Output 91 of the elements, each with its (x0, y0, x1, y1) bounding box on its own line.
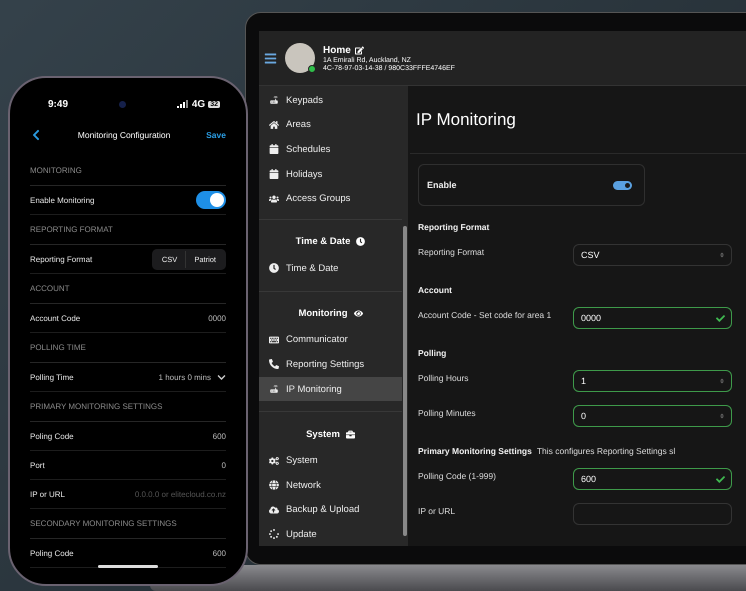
sidebar-item[interactable]: Update (259, 522, 402, 546)
sidebar-item[interactable]: Schedules (259, 137, 402, 162)
router-icon (269, 95, 279, 106)
check-icon (716, 314, 725, 322)
section-header: ACCOUNT (30, 274, 226, 304)
input-field[interactable]: 1 (573, 370, 732, 392)
section-header: MONITORING (30, 156, 226, 186)
section-header: PRIMARY MONITORING SETTINGS (30, 392, 226, 422)
input-field[interactable]: 600 (573, 468, 732, 490)
clock-icon (269, 263, 279, 274)
check-icon (716, 474, 725, 484)
sidebar-item[interactable]: Keypads (259, 88, 402, 113)
phone-icon (269, 359, 279, 370)
input-field[interactable]: 0000 (573, 307, 732, 329)
row-value: 600 (212, 548, 226, 558)
sidebar-heading: System (306, 428, 340, 440)
row-value: 0000 (208, 314, 226, 322)
section-header: SECONDARY MONITORING SETTINGS (30, 509, 226, 539)
row-label: Polling Time (30, 372, 74, 382)
field-label: Polling Hours (418, 372, 470, 385)
menu-icon[interactable] (264, 52, 277, 64)
globe-icon (269, 480, 279, 490)
sidebar-item[interactable]: Network (259, 472, 402, 498)
input-field[interactable]: 0 (573, 405, 732, 427)
home-indicator (98, 565, 158, 568)
keyboard-icon (269, 334, 279, 345)
section-header: REPORTING FORMAT (30, 215, 226, 245)
camera-dot (118, 100, 126, 108)
placeholder-text: 0.0.0.0 or elitecloud.co.nz (134, 490, 226, 498)
row-label: IP or URL (30, 490, 65, 498)
enable-switch[interactable] (196, 191, 226, 209)
spinner-icon (269, 529, 279, 540)
sort-arrows-icon (719, 252, 725, 258)
spinner-arrows-icon (719, 378, 725, 384)
section-title: Polling (418, 348, 446, 358)
sidebar-item[interactable]: Access Groups (259, 186, 402, 211)
field-label: Account Code - Set code for area 1 (418, 309, 552, 322)
section-header: POLLING TIME (30, 333, 226, 363)
home-title: Home (323, 44, 351, 56)
sidebar-heading: Time & Date (296, 236, 350, 248)
sidebar-item[interactable]: Communicator (259, 328, 402, 352)
back-icon[interactable] (30, 129, 42, 141)
sidebar-item[interactable]: IP Monitoring (259, 376, 402, 402)
section-title: Primary Monitoring Settings (418, 446, 532, 456)
signal-icon (176, 100, 189, 108)
field-label: Polling Minutes (418, 407, 477, 420)
cloud-upload-icon (269, 504, 279, 515)
row-label: Poling Code (30, 432, 74, 440)
sidebar-item[interactable]: System (259, 448, 402, 473)
house-icon (269, 120, 279, 130)
clock-icon (356, 237, 366, 246)
row-label: Account Code (30, 314, 80, 322)
row-value: 1 hours 0 mins (158, 372, 211, 382)
screen-title: Monitoring Configuration (78, 130, 170, 140)
row-label: Reporting Format (30, 254, 92, 264)
enable-label: Enable (427, 180, 457, 190)
edit-icon[interactable] (354, 46, 364, 54)
row-label: Enable Monitoring (30, 196, 94, 204)
row-value: 600 (212, 432, 226, 440)
sidebar-item[interactable]: Backup & Upload (259, 498, 402, 522)
sidebar-item[interactable]: Holidays (259, 162, 402, 186)
row-label: Port (30, 460, 45, 470)
section-title: Reporting Format (418, 222, 490, 232)
format-select[interactable]: CSV (573, 244, 732, 266)
sidebar-heading: Monitoring (298, 308, 348, 320)
clock-time: 9:49 (48, 98, 68, 110)
row-label: Poling Code (30, 548, 74, 558)
page-title: IP Monitoring (410, 86, 746, 154)
spinner-arrows-icon (719, 413, 725, 419)
scrollbar[interactable] (403, 226, 407, 536)
router-icon (269, 384, 279, 394)
chevron-down-icon[interactable] (217, 372, 226, 382)
section-title: Account (418, 285, 452, 295)
section-note: This configures Reporting Settings sl (536, 446, 676, 456)
sidebar-item[interactable]: Areas (259, 112, 402, 138)
row-value: 0 (222, 460, 226, 470)
eye-icon (354, 309, 363, 318)
calendar-icon (269, 144, 279, 154)
field-label: IP or URL (418, 505, 456, 518)
gears-icon (269, 456, 279, 466)
sidebar-item[interactable]: Reporting Settings (259, 352, 402, 377)
field-label: Reporting Format (418, 246, 486, 259)
calendar-icon (269, 169, 279, 180)
save-link[interactable]: Save (206, 130, 226, 140)
sidebar-item[interactable]: Time & Date (259, 256, 402, 281)
enable-toggle[interactable] (613, 180, 632, 190)
people-icon (269, 194, 279, 204)
field-label: Polling Code (1-999) (418, 470, 497, 483)
network-label: 4G (192, 98, 206, 110)
input-field[interactable] (573, 503, 732, 525)
briefcase-icon (346, 430, 355, 439)
